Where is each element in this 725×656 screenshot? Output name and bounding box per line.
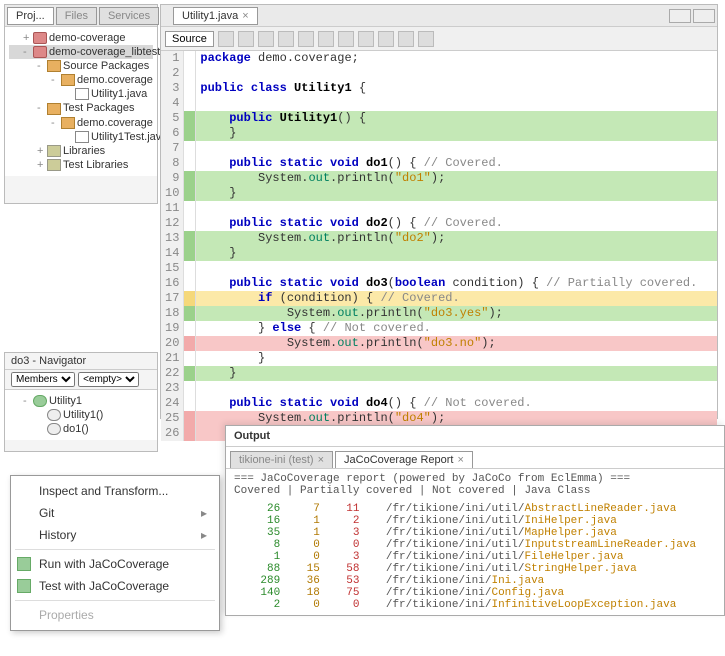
menu-item[interactable]: History▸ bbox=[11, 524, 219, 546]
editor-tab-label: Utility1.java bbox=[182, 10, 238, 22]
shift-right-icon[interactable] bbox=[418, 31, 434, 47]
tree-node[interactable]: -Source Packages bbox=[9, 59, 153, 73]
format-icon[interactable] bbox=[278, 31, 294, 47]
context-menu: Inspect and Transform...Git▸History▸ Run … bbox=[10, 475, 220, 631]
coverage-gutter bbox=[184, 51, 196, 441]
action-icon bbox=[17, 557, 31, 571]
output-tab-report[interactable]: JaCoCoverage Report× bbox=[335, 451, 473, 468]
tree-node[interactable]: +demo-coverage bbox=[9, 31, 153, 45]
redo-icon[interactable] bbox=[338, 31, 354, 47]
report-header: === JaCoCoverage report (powered by JaCo… bbox=[234, 473, 716, 485]
output-tabs: tikione-ini (test)× JaCoCoverage Report× bbox=[226, 447, 724, 469]
menu-item[interactable]: Test with JaCoCoverage bbox=[11, 575, 219, 597]
method-icon bbox=[47, 409, 61, 421]
java-icon bbox=[75, 88, 89, 100]
report-row: 140 18 75 /fr/tikione/ini/Config.java bbox=[234, 587, 716, 599]
menu-item[interactable]: Inspect and Transform... bbox=[11, 480, 219, 502]
uncomment-icon[interactable] bbox=[378, 31, 394, 47]
tree-node[interactable]: +Test Libraries bbox=[9, 158, 153, 172]
report-row: 26 7 11 /fr/tikione/ini/util/AbstractLin… bbox=[234, 503, 716, 515]
menu-item[interactable]: Git▸ bbox=[11, 502, 219, 524]
close-icon[interactable]: × bbox=[318, 454, 324, 466]
tree-node[interactable]: Utility1Test.java bbox=[9, 130, 153, 144]
pkg-icon bbox=[47, 103, 61, 115]
report-row: 8 0 0 /fr/tikione/ini/util/InputstreamLi… bbox=[234, 539, 716, 551]
editor-panel: Utility1.java× Source 123456789101112131… bbox=[160, 4, 718, 419]
action-icon bbox=[17, 579, 31, 593]
maximize-button[interactable] bbox=[693, 9, 715, 23]
output-title: Output bbox=[226, 426, 724, 447]
navigator-tree[interactable]: -Utility1Utility1()do1() bbox=[5, 390, 157, 440]
editor-tab[interactable]: Utility1.java × bbox=[173, 7, 258, 25]
report-row: 1 0 3 /fr/tikione/ini/util/FileHelper.ja… bbox=[234, 551, 716, 563]
members-dropdown[interactable]: Members bbox=[11, 372, 75, 387]
tree-node[interactable]: -demo.coverage bbox=[9, 73, 153, 87]
project-tree[interactable]: +demo-coverage-demo-coverage_libtest-Sou… bbox=[5, 27, 157, 176]
pkg-icon bbox=[61, 74, 75, 86]
code-area[interactable]: package demo.coverage; public class Util… bbox=[196, 51, 717, 441]
close-icon[interactable]: × bbox=[242, 10, 248, 22]
source-button[interactable]: Source bbox=[165, 31, 214, 47]
navigator-filters: Members <empty> bbox=[5, 370, 157, 390]
report-row: 35 1 3 /fr/tikione/ini/util/MapHelper.ja… bbox=[234, 527, 716, 539]
window-controls bbox=[669, 9, 715, 23]
menu-item[interactable]: Run with JaCoCoverage bbox=[11, 553, 219, 575]
report-row: 289 36 53 /fr/tikione/ini/Ini.java bbox=[234, 575, 716, 587]
output-panel: Output tikione-ini (test)× JaCoCoverage … bbox=[225, 425, 725, 616]
report-row: 16 1 2 /fr/tikione/ini/util/IniHelper.ja… bbox=[234, 515, 716, 527]
tree-node[interactable]: Utility1.java bbox=[9, 87, 153, 101]
report-row: 88 15 58 /fr/tikione/ini/util/StringHelp… bbox=[234, 563, 716, 575]
tab-files[interactable]: Files bbox=[56, 7, 97, 25]
tab-projects[interactable]: Proj... bbox=[7, 7, 54, 25]
nav-node[interactable]: Utility1() bbox=[9, 408, 153, 422]
lib-icon bbox=[47, 159, 61, 171]
lib-icon bbox=[47, 145, 61, 157]
tree-node[interactable]: +Libraries bbox=[9, 144, 153, 158]
project-panel: Proj... Files Services +demo-coverage-de… bbox=[4, 4, 158, 204]
java-icon bbox=[75, 131, 89, 143]
editor-tabstrip: Utility1.java × bbox=[161, 5, 717, 27]
class-icon bbox=[33, 395, 47, 407]
comment-icon[interactable] bbox=[358, 31, 374, 47]
report-row: 2 0 0 /fr/tikione/ini/InfinitiveLoopExce… bbox=[234, 599, 716, 611]
undo-icon[interactable] bbox=[318, 31, 334, 47]
report-body: === JaCoCoverage report (powered by JaCo… bbox=[226, 469, 724, 615]
method-icon bbox=[47, 423, 61, 435]
prj-icon bbox=[33, 46, 47, 58]
nav-back-icon[interactable] bbox=[238, 31, 254, 47]
minimize-button[interactable] bbox=[669, 9, 691, 23]
tree-node[interactable]: -demo.coverage bbox=[9, 116, 153, 130]
report-columns: Covered | Partially covered | Not covere… bbox=[234, 485, 716, 497]
output-tab-test[interactable]: tikione-ini (test)× bbox=[230, 451, 333, 468]
shift-left-icon[interactable] bbox=[398, 31, 414, 47]
nav-fwd-icon[interactable] bbox=[258, 31, 274, 47]
navigator-panel: do3 - Navigator Members <empty> -Utility… bbox=[4, 352, 158, 452]
pkg-icon bbox=[61, 117, 75, 129]
prj-icon bbox=[33, 32, 47, 44]
pkg-icon bbox=[47, 60, 61, 72]
nav-node[interactable]: do1() bbox=[9, 422, 153, 436]
editor-toolbar: Source bbox=[161, 27, 717, 51]
line-gutter: 1234567891011121314151617181920212223242… bbox=[161, 51, 184, 441]
close-icon[interactable]: × bbox=[457, 454, 463, 466]
project-tabs: Proj... Files Services bbox=[5, 5, 157, 27]
nav-node[interactable]: -Utility1 bbox=[9, 394, 153, 408]
tree-node[interactable]: -Test Packages bbox=[9, 101, 153, 115]
find-icon[interactable] bbox=[298, 31, 314, 47]
history-icon[interactable] bbox=[218, 31, 234, 47]
navigator-title: do3 - Navigator bbox=[5, 353, 157, 370]
code-editor[interactable]: 1234567891011121314151617181920212223242… bbox=[161, 51, 717, 441]
empty-dropdown[interactable]: <empty> bbox=[78, 372, 139, 387]
tab-services[interactable]: Services bbox=[99, 7, 159, 25]
tree-node[interactable]: -demo-coverage_libtest bbox=[9, 45, 153, 59]
menu-item[interactable]: Properties bbox=[11, 604, 219, 626]
